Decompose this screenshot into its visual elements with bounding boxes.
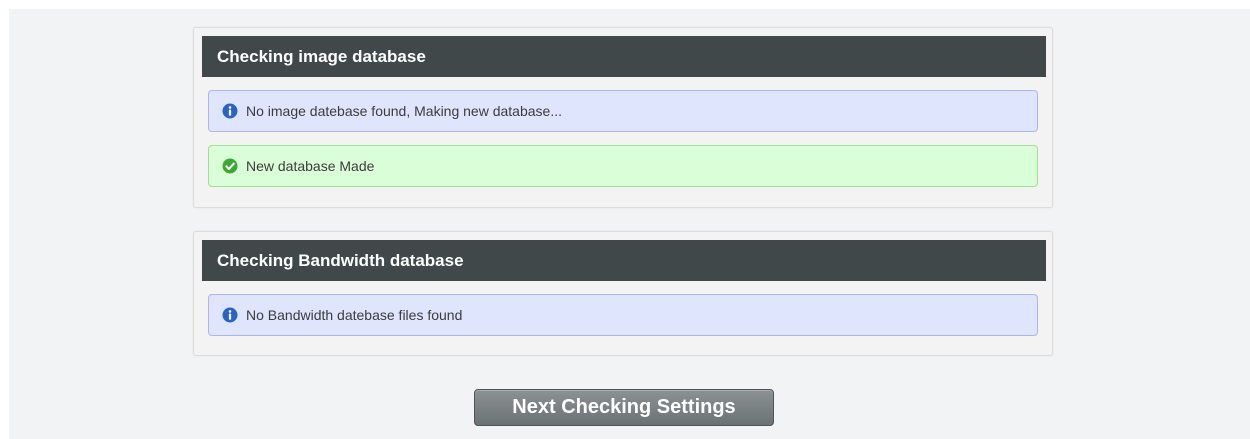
image-database-panel: Checking image database No image datebas…	[193, 27, 1053, 208]
info-icon	[222, 307, 238, 323]
panel-title: Checking image database	[202, 36, 1046, 77]
next-checking-settings-button[interactable]: Next Checking Settings	[474, 389, 774, 426]
info-alert: No Bandwidth datebase files found	[208, 294, 1038, 336]
alert-message: New database Made	[246, 158, 375, 174]
alert-message: No Bandwidth datebase files found	[246, 307, 463, 323]
info-icon	[222, 103, 238, 119]
info-alert: No image datebase found, Making new data…	[208, 90, 1038, 132]
panel-title: Checking Bandwidth database	[202, 240, 1046, 281]
check-circle-icon	[222, 158, 238, 174]
bandwidth-database-panel: Checking Bandwidth database No Bandwidth…	[193, 231, 1053, 356]
success-alert: New database Made	[208, 145, 1038, 187]
alert-message: No image datebase found, Making new data…	[246, 103, 562, 119]
